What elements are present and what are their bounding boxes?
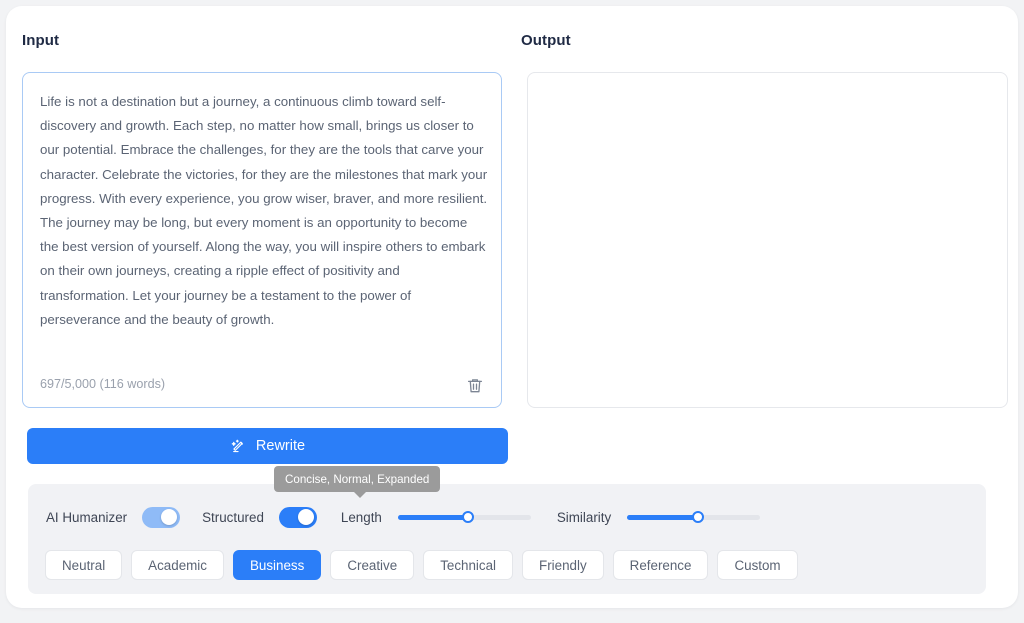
length-slider[interactable] [398, 508, 531, 526]
output-textarea[interactable] [527, 72, 1008, 408]
toggle-knob [161, 509, 177, 525]
slider-fill [398, 515, 468, 520]
slider-thumb[interactable] [692, 511, 704, 523]
preset-chip-technical[interactable]: Technical [423, 550, 513, 580]
preset-chip-friendly[interactable]: Friendly [522, 550, 604, 580]
rewrite-button[interactable]: Rewrite [27, 428, 508, 464]
trash-icon[interactable] [465, 375, 487, 397]
controls-row: AI Humanizer Structured Length Similarit… [28, 484, 986, 550]
input-panel-title: Input [22, 32, 59, 49]
magic-wand-icon [230, 438, 247, 455]
preset-chip-group: Neutral Academic Business Creative Technical… [45, 550, 798, 580]
length-label: Length [341, 510, 382, 525]
rewrite-button-label: Rewrite [256, 438, 305, 454]
similarity-label: Similarity [557, 510, 611, 525]
output-panel-title: Output [521, 32, 571, 49]
preset-chip-neutral[interactable]: Neutral [45, 550, 122, 580]
character-count-label: 697/5,000 (116 words) [40, 377, 165, 391]
similarity-slider[interactable] [627, 508, 760, 526]
rewriter-card: Input Output Life is not a destination b… [6, 6, 1018, 608]
structured-toggle[interactable] [279, 507, 317, 528]
slider-fill [627, 515, 697, 520]
input-footer: 697/5,000 (116 words) [23, 373, 501, 399]
tooltip-text: Concise, Normal, Expanded [285, 473, 429, 486]
structured-label: Structured [202, 510, 264, 525]
toggle-knob [298, 509, 314, 525]
input-textarea[interactable]: Life is not a destination but a journey,… [22, 72, 502, 408]
preset-chip-reference[interactable]: Reference [613, 550, 709, 580]
controls-panel: AI Humanizer Structured Length Similarit… [28, 484, 986, 594]
preset-chip-academic[interactable]: Academic [131, 550, 224, 580]
ai-humanizer-toggle[interactable] [142, 507, 180, 528]
ai-humanizer-label: AI Humanizer [46, 510, 127, 525]
preset-chip-business[interactable]: Business [233, 550, 321, 580]
input-text-content[interactable]: Life is not a destination but a journey,… [40, 90, 488, 332]
slider-thumb[interactable] [462, 511, 474, 523]
preset-chip-custom[interactable]: Custom [717, 550, 797, 580]
preset-chip-creative[interactable]: Creative [330, 550, 414, 580]
length-tooltip: Concise, Normal, Expanded [274, 466, 440, 492]
